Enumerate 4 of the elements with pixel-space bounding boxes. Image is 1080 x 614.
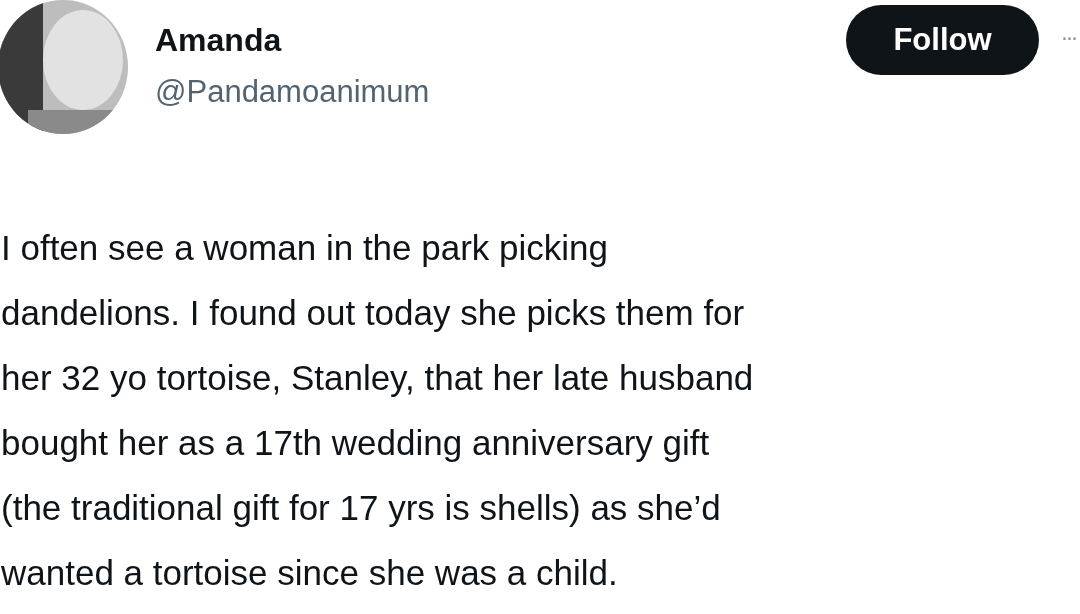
author-handle[interactable]: @Pandamoanimum [155, 70, 846, 114]
post-text: I often see a woman in the park picking dandelions. I found out today she picks them for her 32 yo tortoise, Stanley, that her late husband bought her as a 17th wedding anniversary gift (the traditional gift for 17 yrs is shells) as she’d wanted a tortoise since she was a child. [0, 227, 755, 594]
author-name[interactable]: Amanda [155, 18, 846, 62]
follow-button[interactable]: Follow [846, 5, 1039, 75]
